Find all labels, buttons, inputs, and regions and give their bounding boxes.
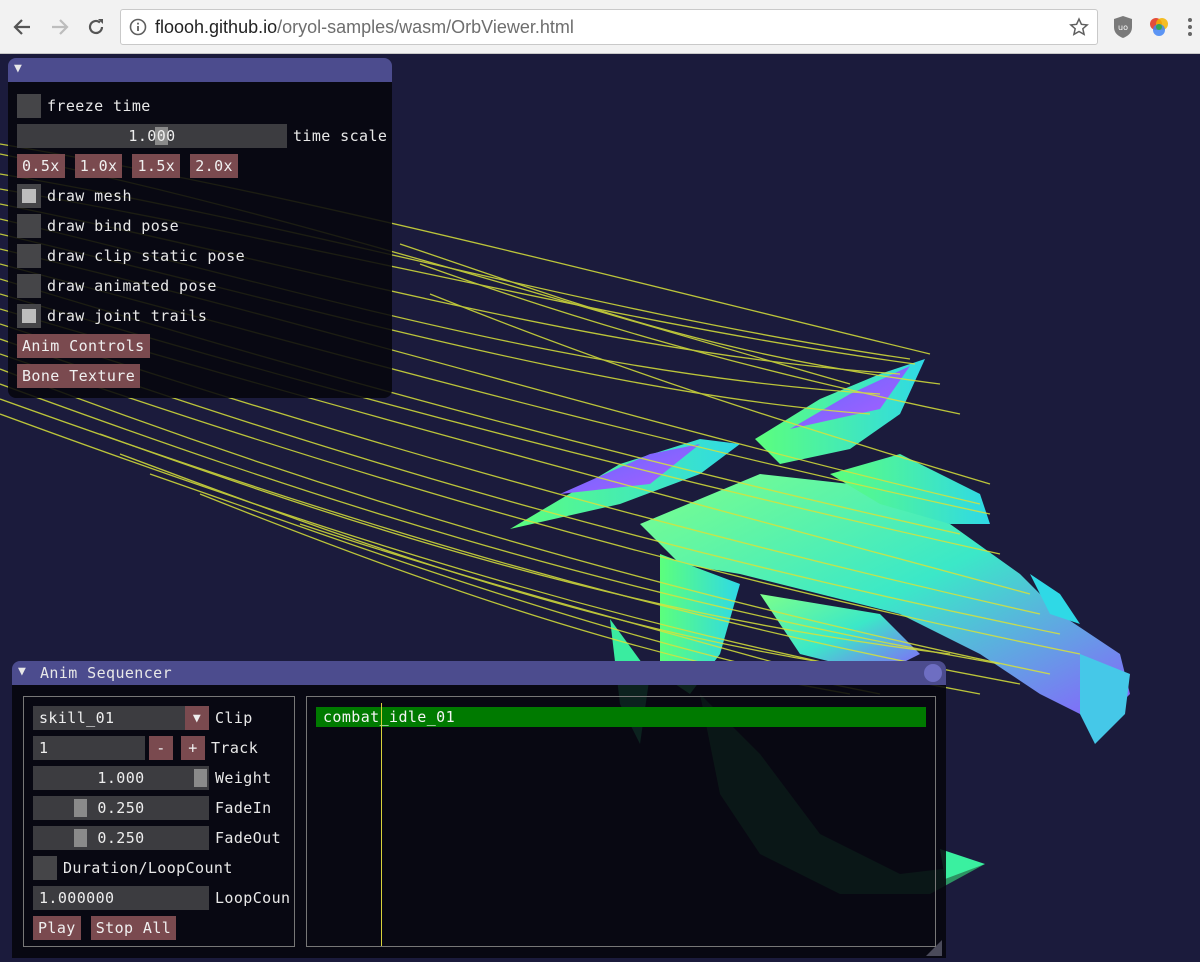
draw-animated-pose-checkbox[interactable] — [17, 274, 41, 298]
main-panel-title-bar[interactable]: ▼ — [8, 58, 392, 82]
anim-controls-button[interactable]: Anim Controls — [17, 334, 150, 358]
weight-row: 1.000 Weight — [33, 766, 272, 790]
fadeout-value: 0.250 — [97, 829, 145, 847]
browser-toolbar: floooh.github.io/oryol-samples/wasm/OrbV… — [0, 0, 1200, 54]
close-circle-icon[interactable] — [924, 664, 942, 682]
loopcount-label: LoopCoun — [215, 889, 291, 907]
slider-grab[interactable] — [74, 799, 87, 817]
collapse-arrow-icon[interactable]: ▼ — [14, 61, 22, 76]
sequencer-collapse-arrow-icon[interactable]: ▼ — [18, 664, 26, 679]
back-arrow-icon[interactable] — [6, 11, 38, 43]
play-button[interactable]: Play — [33, 916, 81, 940]
weight-label: Weight — [215, 769, 272, 787]
draw-joint-trails-label: draw joint trails — [47, 307, 208, 325]
duration-loopcount-row[interactable]: Duration/LoopCount — [33, 856, 233, 880]
clip-combo[interactable]: skill_01 ▼ — [33, 706, 209, 730]
slider-grab[interactable] — [74, 829, 87, 847]
track-decrement-button[interactable]: - — [149, 736, 173, 760]
draw-clip-static-pose-checkbox[interactable] — [17, 244, 41, 268]
loopcount-value: 1.000000 — [39, 889, 115, 907]
loopcount-input[interactable]: 1.000000 — [33, 886, 209, 910]
duration-loopcount-label: Duration/LoopCount — [63, 859, 233, 877]
draw-clip-static-pose-label: draw clip static pose — [47, 247, 246, 265]
fadein-value: 0.250 — [97, 799, 145, 817]
track-label: Track — [211, 739, 259, 757]
time-scale-label: time scale — [293, 127, 388, 145]
speed-1.0x-button[interactable]: 1.0x — [74, 154, 123, 178]
url-text: floooh.github.io/oryol-samples/wasm/OrbV… — [155, 17, 574, 37]
draw-mesh-label: draw mesh — [47, 187, 132, 205]
stop-all-button[interactable]: Stop All — [90, 916, 177, 940]
freeze-time-label: freeze time — [47, 97, 151, 115]
time-scale-value: 1.000 — [128, 127, 176, 145]
forward-arrow-icon[interactable] — [44, 11, 76, 43]
draw-mesh-row[interactable]: draw mesh — [17, 184, 132, 208]
kebab-menu-icon[interactable] — [1176, 13, 1200, 41]
clip-label: Clip — [215, 709, 253, 727]
clip-combo-value: skill_01 — [39, 709, 115, 727]
draw-clip-static-pose-row[interactable]: draw clip static pose — [17, 244, 245, 268]
bone-texture-button[interactable]: Bone Texture — [17, 364, 141, 388]
draw-mesh-checkbox[interactable] — [17, 184, 41, 208]
fadein-row: 0.250 FadeIn — [33, 796, 272, 820]
time-scale-slider[interactable]: 1.000 — [17, 124, 287, 148]
draw-bind-pose-row[interactable]: draw bind pose — [17, 214, 179, 238]
loopcount-row: 1.000000 LoopCoun — [33, 886, 290, 910]
duration-loopcount-checkbox[interactable] — [33, 856, 57, 880]
clip-row: skill_01 ▼ Clip — [33, 706, 253, 730]
draw-bind-pose-checkbox[interactable] — [17, 214, 41, 238]
speed-2.0x-button[interactable]: 2.0x — [190, 154, 238, 178]
fadein-slider[interactable]: 0.250 — [33, 796, 209, 820]
weight-slider[interactable]: 1.000 — [33, 766, 209, 790]
draw-joint-trails-row[interactable]: draw joint trails — [17, 304, 207, 328]
combo-arrow-icon[interactable]: ▼ — [185, 706, 209, 730]
timeline-clip-label: combat_idle_01 — [323, 708, 456, 726]
time-scale-row: 1.000 time scale — [17, 124, 387, 148]
star-icon[interactable] — [1069, 17, 1089, 37]
timeline-clip-bar[interactable]: combat_idle_01 — [316, 707, 926, 727]
fadeout-row: 0.250 FadeOut — [33, 826, 281, 850]
timeline-pane[interactable]: combat_idle_01 — [306, 696, 936, 947]
timeline-playhead[interactable] — [381, 703, 382, 946]
draw-animated-pose-label: draw animated pose — [47, 277, 217, 295]
draw-joint-trails-checkbox[interactable] — [17, 304, 41, 328]
track-input[interactable]: 1 — [33, 736, 145, 760]
speed-1.5x-button[interactable]: 1.5x — [132, 154, 181, 178]
extension-colorful-icon[interactable] — [1145, 13, 1173, 41]
track-row: 1 - + Track — [33, 736, 258, 760]
svg-text:uo: uo — [1118, 23, 1128, 32]
slider-grab[interactable] — [194, 769, 207, 787]
reload-icon[interactable] — [80, 11, 112, 43]
anim-controls-row: Anim Controls — [17, 334, 150, 358]
playback-buttons-row: Play Stop All — [33, 916, 177, 940]
fadein-label: FadeIn — [215, 799, 272, 817]
bone-texture-row: Bone Texture — [17, 364, 141, 388]
track-increment-button[interactable]: + — [181, 736, 205, 760]
info-icon[interactable] — [129, 18, 147, 36]
sequencer-title: Anim Sequencer — [40, 664, 173, 682]
fadeout-slider[interactable]: 0.250 — [33, 826, 209, 850]
weight-value: 1.000 — [97, 769, 145, 787]
fadeout-label: FadeOut — [215, 829, 282, 847]
freeze-time-row[interactable]: freeze time — [17, 94, 151, 118]
speed-buttons-row: 0.5x 1.0x 1.5x 2.0x — [17, 154, 238, 178]
draw-bind-pose-label: draw bind pose — [47, 217, 180, 235]
address-bar[interactable]: floooh.github.io/oryol-samples/wasm/OrbV… — [120, 9, 1098, 45]
ublock-shield-icon[interactable]: uo — [1109, 13, 1137, 41]
freeze-time-checkbox[interactable] — [17, 94, 41, 118]
speed-0.5x-button[interactable]: 0.5x — [17, 154, 65, 178]
sequencer-title-bar[interactable]: ▼ Anim Sequencer — [12, 661, 946, 685]
track-value: 1 — [39, 739, 49, 757]
draw-animated-pose-row[interactable]: draw animated pose — [17, 274, 217, 298]
